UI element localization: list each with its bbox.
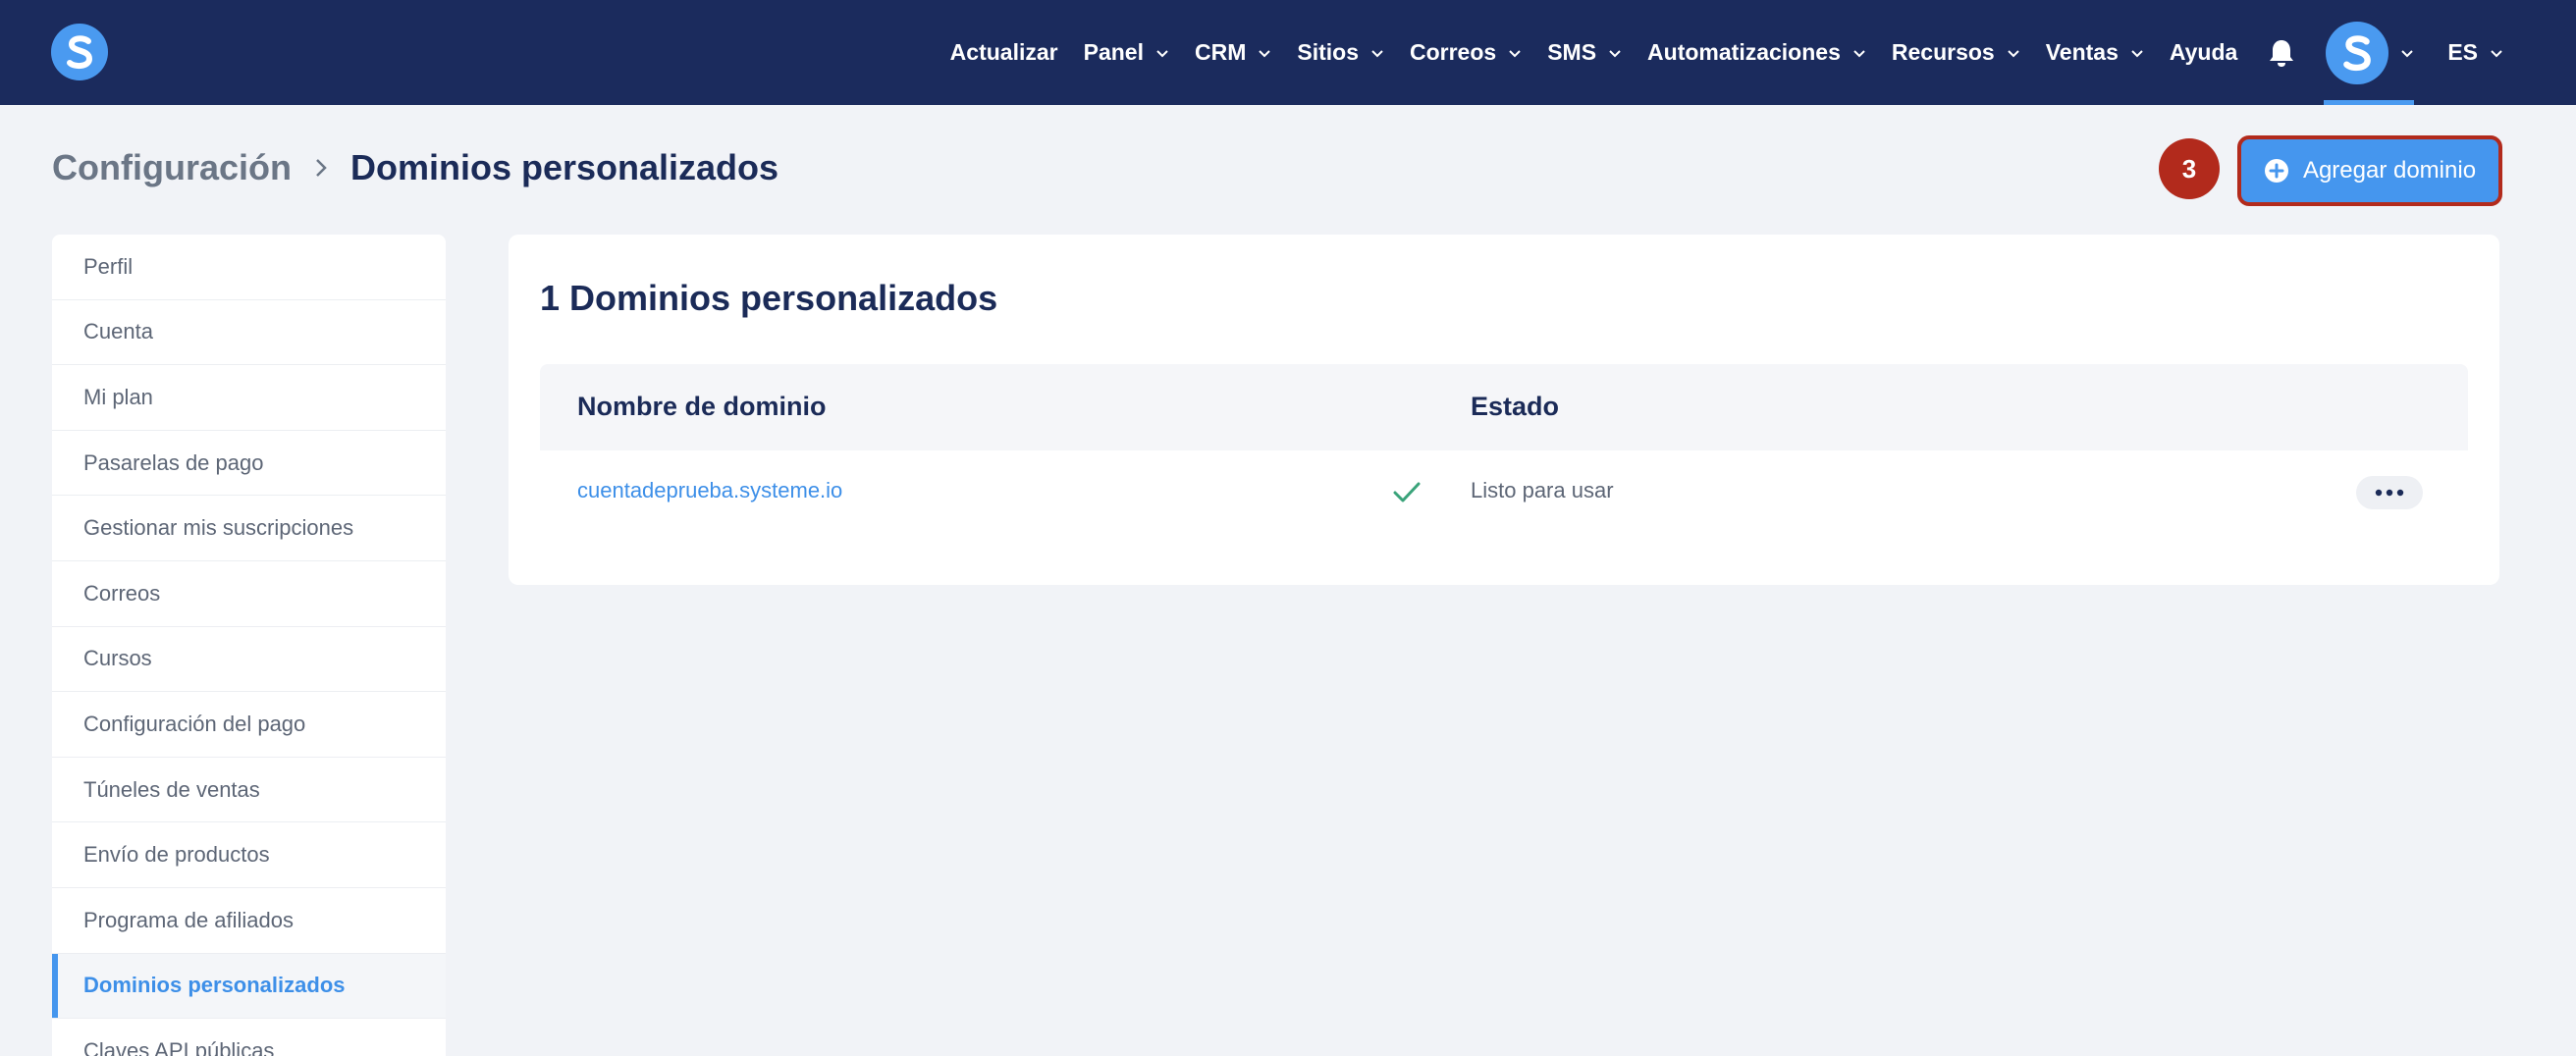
settings-sidebar: Perfil Cuenta Mi plan Pasarelas de pago … [52, 235, 446, 1056]
chevron-down-icon [1156, 49, 1168, 57]
nav-label: Ventas [2045, 39, 2119, 65]
sidebar-item-cursos[interactable]: Cursos [52, 627, 446, 693]
nav-item-correos[interactable]: Correos [1410, 39, 1522, 66]
nav-label: CRM [1194, 39, 1247, 65]
chevron-down-icon [1259, 49, 1271, 57]
add-domain-label: Agregar dominio [2302, 157, 2477, 184]
main-nav: Actualizar Panel CRM Sitios Correos SMS … [925, 0, 2576, 105]
chevron-down-icon [2007, 49, 2019, 57]
sidebar-item-pasarelas-de-pago[interactable]: Pasarelas de pago [52, 431, 446, 497]
breadcrumb: Configuración Dominios personalizados [52, 147, 778, 188]
chevron-down-icon [1371, 49, 1383, 57]
chevron-down-icon [2491, 49, 2502, 57]
nav-item-recursos[interactable]: Recursos [1892, 39, 2020, 66]
nav-item-panel[interactable]: Panel [1084, 39, 1169, 66]
nav-item-crm[interactable]: CRM [1195, 39, 1271, 66]
sidebar-item-programa-de-afiliados[interactable]: Programa de afiliados [52, 888, 446, 954]
nav-item-ventas[interactable]: Ventas [2046, 39, 2144, 66]
table-header: Nombre de dominio Estado [540, 364, 2468, 450]
sidebar-item-tuneles-de-ventas[interactable]: Túneles de ventas [52, 758, 446, 823]
nav-item-ayuda[interactable]: Ayuda [2170, 39, 2237, 66]
bell-icon[interactable] [2267, 37, 2296, 69]
nav-item-actualizar[interactable]: Actualizar [950, 39, 1058, 66]
chevron-down-icon [1609, 49, 1621, 57]
language-label: ES [2447, 39, 2478, 65]
nav-label: Correos [1410, 39, 1497, 65]
sidebar-item-mi-plan[interactable]: Mi plan [52, 365, 446, 431]
card-title: 1 Dominios personalizados [540, 278, 998, 318]
chevron-down-icon [2401, 49, 2414, 57]
column-header-domain: Nombre de dominio [577, 392, 827, 421]
status-text: Listo para usar [1471, 478, 1614, 502]
user-menu[interactable] [2324, 0, 2415, 105]
chevron-down-icon [1509, 49, 1521, 57]
sidebar-item-configuracion-pago[interactable]: Configuración del pago [52, 692, 446, 758]
sidebar-item-dominios-personalizados[interactable]: Dominios personalizados [52, 953, 446, 1020]
avatar[interactable] [2326, 21, 2389, 84]
step-badge: 3 [2159, 138, 2220, 199]
page-title: Dominios personalizados [349, 147, 779, 187]
row-actions-button[interactable] [2356, 476, 2423, 509]
nav-label: Actualizar [949, 39, 1058, 65]
nav-label: Sitios [1297, 39, 1359, 65]
active-indicator [2324, 100, 2415, 105]
domains-card: 1 Dominios personalizados Nombre de domi… [509, 235, 2499, 585]
chevron-right-icon [316, 159, 327, 177]
column-header-status: Estado [1471, 392, 1560, 421]
language-selector[interactable]: ES [2447, 39, 2503, 66]
table-row: cuentadeprueba.systeme.io Listo para usa… [540, 450, 2468, 533]
nav-label: Recursos [1891, 39, 1995, 65]
nav-label: Ayuda [2169, 39, 2238, 65]
add-domain-button-inner[interactable]: Agregar dominio [2244, 142, 2496, 199]
nav-label: Automatizaciones [1647, 39, 1841, 65]
sidebar-item-envio-de-productos[interactable]: Envío de productos [52, 822, 446, 888]
sidebar-item-suscripciones[interactable]: Gestionar mis suscripciones [52, 496, 446, 561]
nav-label: SMS [1547, 39, 1597, 65]
sidebar-item-correos[interactable]: Correos [52, 561, 446, 627]
breadcrumb-root[interactable]: Configuración [52, 147, 292, 188]
sidebar-item-perfil[interactable]: Perfil [52, 235, 446, 300]
systeme-logo[interactable] [51, 24, 108, 80]
nav-item-sitios[interactable]: Sitios [1297, 39, 1384, 66]
check-icon [1393, 482, 1421, 502]
chevron-down-icon [1853, 49, 1865, 57]
logo-s-icon [67, 35, 93, 70]
avatar-s-icon [2343, 34, 2372, 71]
nav-item-automatizaciones[interactable]: Automatizaciones [1647, 39, 1866, 66]
sidebar-item-claves-api[interactable]: Claves API públicas [52, 1019, 446, 1056]
nav-label: Panel [1083, 39, 1144, 65]
more-horizontal-icon [2375, 489, 2404, 497]
plus-circle-icon [2264, 159, 2288, 183]
domain-link[interactable]: cuentadeprueba.systeme.io [577, 478, 842, 503]
add-domain-button[interactable]: Agregar dominio [2237, 135, 2502, 206]
chevron-down-icon [2131, 49, 2143, 57]
nav-item-sms[interactable]: SMS [1547, 39, 1622, 66]
sidebar-item-cuenta[interactable]: Cuenta [52, 300, 446, 366]
top-navigation-bar: Actualizar Panel CRM Sitios Correos SMS … [0, 0, 2576, 105]
